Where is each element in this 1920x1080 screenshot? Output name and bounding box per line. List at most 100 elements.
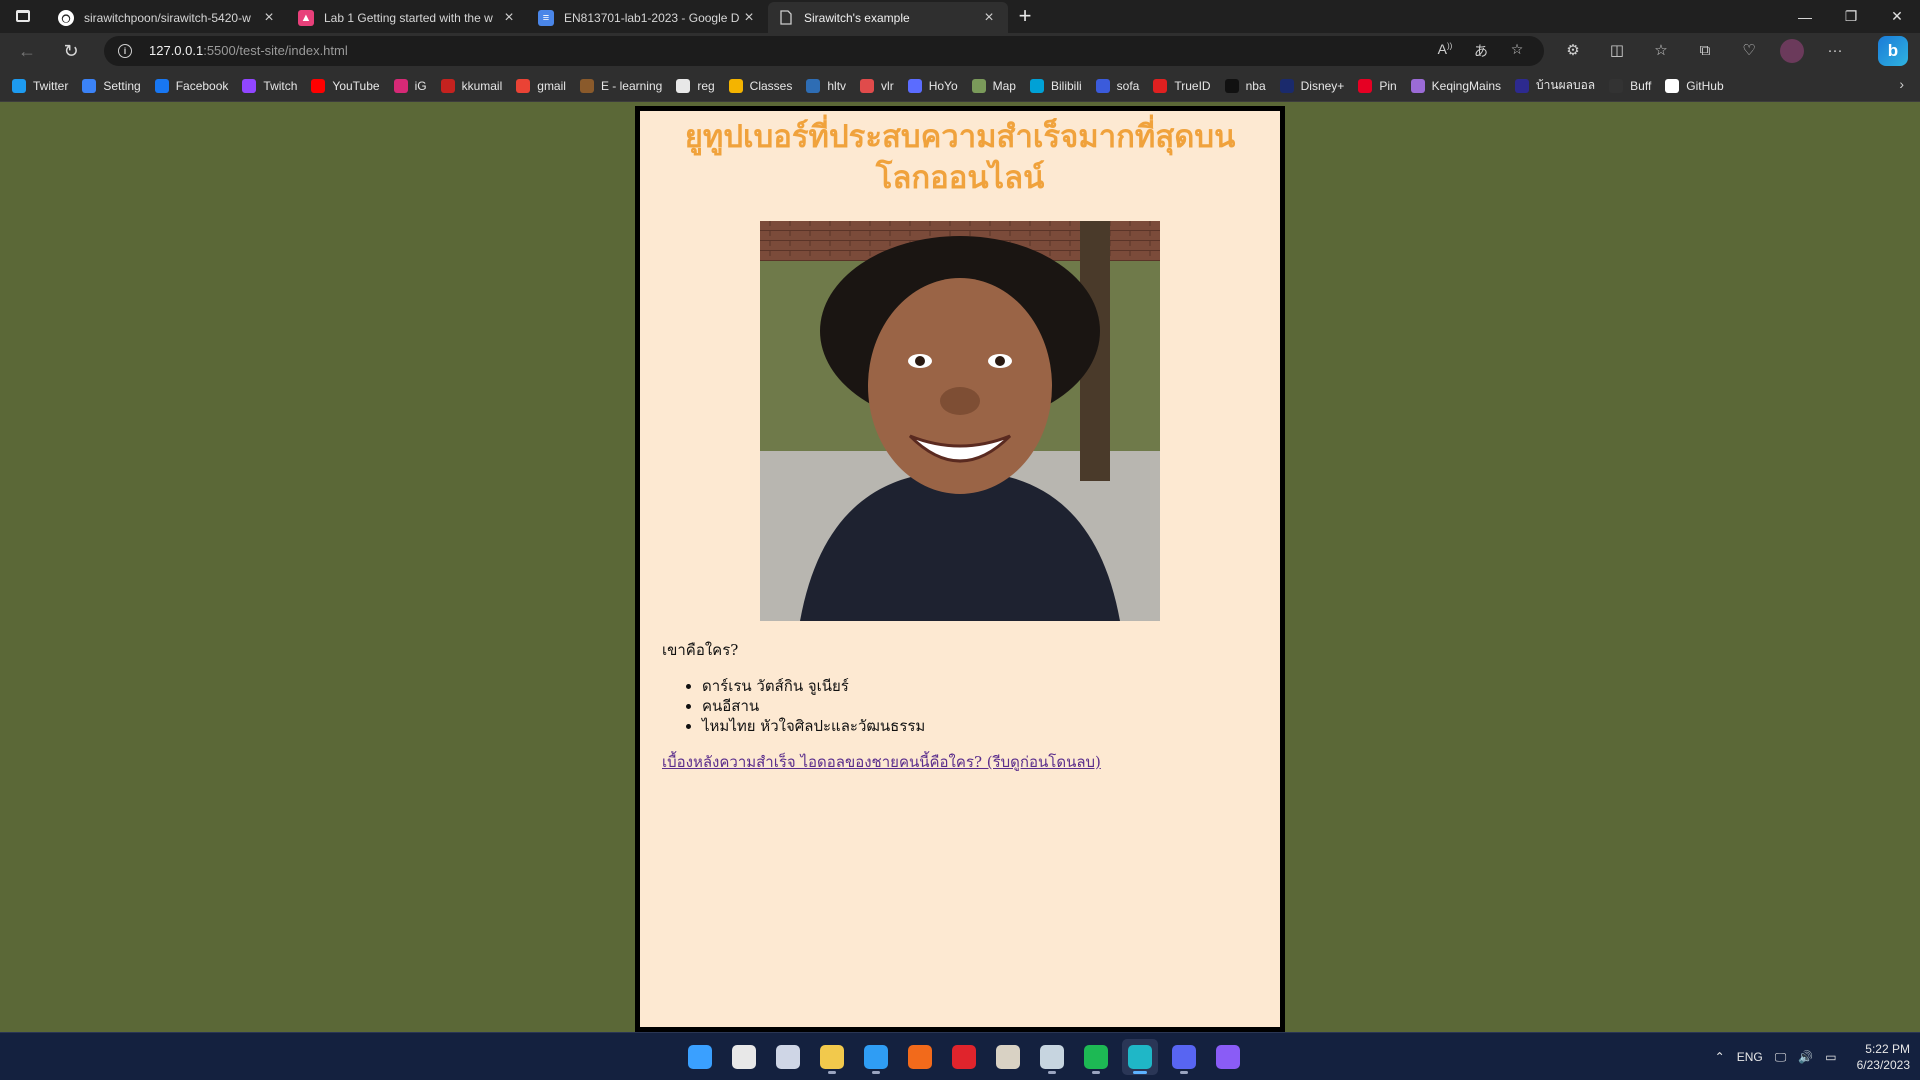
taskbar-app-vscode[interactable] — [858, 1039, 894, 1075]
bookmark-item[interactable]: vlr — [860, 78, 894, 93]
toolbar-icons: ⚙ ◫ ☆ ⧉ ♡ ··· — [1560, 38, 1848, 64]
folder-icon — [820, 1045, 844, 1069]
bookmark-label: gmail — [537, 78, 566, 93]
bookmark-item[interactable]: TrueID — [1153, 78, 1211, 93]
bookmark-item[interactable]: gmail — [516, 78, 566, 93]
bookmark-label: HoYo — [928, 78, 958, 93]
bookmark-label: Buff — [1630, 78, 1652, 93]
tab-lab1[interactable]: ▲ Lab 1 Getting started with the w × — [288, 2, 528, 33]
windows-icon — [688, 1045, 712, 1069]
bookmark-item[interactable]: Map — [971, 78, 1016, 93]
github-icon — [1665, 78, 1680, 93]
close-icon[interactable]: × — [260, 9, 278, 27]
close-icon[interactable]: × — [500, 9, 518, 27]
bookmark-item[interactable]: hltv — [806, 78, 846, 93]
bookmark-item[interactable]: Facebook — [154, 78, 228, 93]
window-controls: — ❐ ✕ — [1782, 0, 1920, 33]
bookmark-item[interactable]: HoYo — [907, 78, 958, 93]
chevron-up-icon[interactable]: ⌃ — [1715, 1050, 1725, 1064]
bookmark-item[interactable]: บ้านผลบอล — [1515, 76, 1595, 95]
github-desktop-icon — [1216, 1045, 1240, 1069]
taskbar-app-github-desktop[interactable] — [1210, 1039, 1246, 1075]
tab-github[interactable]: sirawitchpoon/sirawitch-5420-w × — [48, 2, 288, 33]
close-icon[interactable]: × — [740, 9, 758, 27]
extensions-icon[interactable]: ⚙ — [1560, 38, 1586, 64]
close-window-icon[interactable]: ✕ — [1874, 0, 1920, 33]
collections-icon[interactable]: ⧉ — [1692, 38, 1718, 64]
tab-actions-icon[interactable] — [12, 7, 34, 25]
section-label: เขาคือใคร? — [662, 641, 739, 659]
tab-sirawitch-example[interactable]: Sirawitch's example × — [768, 2, 1008, 33]
sn-icon — [1224, 78, 1239, 93]
twitch-icon — [242, 78, 257, 93]
page-viewport: ยูทูปเบอร์ที่ประสบความสำเร็จมากที่สุดบนโ… — [0, 102, 1920, 1032]
translate-icon[interactable]: あ — [1470, 41, 1492, 61]
photo-app-icon — [996, 1045, 1020, 1069]
taskbar-app-steam[interactable] — [1034, 1039, 1070, 1075]
volume-icon[interactable]: 🔊 — [1798, 1050, 1813, 1064]
taskbar-app-edge[interactable] — [1122, 1039, 1158, 1075]
bookmark-item[interactable]: YouTube — [311, 78, 380, 93]
split-screen-icon[interactable]: ◫ — [1604, 38, 1630, 64]
bookmark-item[interactable]: Pin — [1358, 78, 1397, 93]
bookmark-item[interactable]: GitHub — [1665, 78, 1724, 93]
bookmark-item[interactable]: KeqingMains — [1410, 78, 1501, 93]
more-menu-icon[interactable]: ··· — [1822, 38, 1848, 64]
address-url[interactable]: 127.0.0.1:5500/test-site/index.html — [149, 43, 348, 58]
restore-icon[interactable]: ❐ — [1828, 0, 1874, 33]
bookmark-item[interactable]: Buff — [1609, 78, 1652, 93]
bookmark-label: บ้านผลบอล — [1536, 78, 1596, 92]
bookmark-label: Map — [992, 78, 1016, 93]
language-indicator[interactable]: ENG — [1737, 1050, 1763, 1064]
bookmark-item[interactable]: Classes — [728, 78, 792, 93]
close-icon[interactable]: × — [980, 9, 998, 27]
bookmark-label: sofa — [1116, 78, 1140, 93]
clock[interactable]: 5:22 PM 6/23/2023 — [1857, 1041, 1910, 1073]
hltv-icon — [806, 78, 821, 93]
taskbar-app-app-red[interactable] — [946, 1039, 982, 1075]
battery-icon[interactable]: ▭ — [1825, 1050, 1836, 1064]
refresh-icon[interactable]: ↻ — [58, 38, 84, 64]
tab-google-doc[interactable]: ≡ EN813701-lab1-2023 - Google D × — [528, 2, 768, 33]
bing-copilot-icon[interactable]: b — [1878, 36, 1908, 66]
bookmark-item[interactable]: Disney+ — [1279, 78, 1344, 93]
spotify-icon — [1084, 1045, 1108, 1069]
trueid-icon — [1153, 78, 1168, 93]
youtube-icon — [311, 78, 326, 93]
taskbar-app-app-orange[interactable] — [902, 1039, 938, 1075]
bookmark-item[interactable]: Twitter — [12, 78, 68, 93]
bookmark-label: nba — [1245, 78, 1266, 93]
mdn-icon: ▲ — [298, 9, 314, 26]
bookmark-item[interactable]: Bilibili — [1029, 78, 1082, 93]
back-icon[interactable]: ← — [14, 38, 40, 64]
bookmark-item[interactable]: kkumail — [440, 78, 502, 93]
taskbar-app-task-view[interactable] — [770, 1039, 806, 1075]
network-icon[interactable]: 🖵 — [1775, 1050, 1787, 1065]
bookmark-item[interactable]: iG — [393, 78, 427, 93]
taskbar-app-search[interactable] — [726, 1039, 762, 1075]
bookmark-item[interactable]: Setting — [82, 78, 141, 93]
profile-avatar[interactable] — [1780, 39, 1804, 63]
site-info-icon[interactable]: i — [118, 44, 132, 58]
performance-icon[interactable]: ♡ — [1736, 38, 1762, 64]
bookmark-item[interactable]: Twitch — [242, 78, 297, 93]
taskbar-app-start[interactable] — [682, 1039, 718, 1075]
bookmark-item[interactable]: sofa — [1095, 78, 1140, 93]
favorite-star-icon[interactable]: ☆ — [1506, 41, 1528, 61]
new-tab-button[interactable]: + — [1012, 4, 1038, 30]
taskbar-app-app-photo[interactable] — [990, 1039, 1026, 1075]
read-aloud-icon[interactable]: A)) — [1434, 41, 1456, 61]
bookmark-item[interactable]: E - learning — [579, 78, 662, 93]
taskbar-app-file-explorer[interactable] — [814, 1039, 850, 1075]
minimize-icon[interactable]: — — [1782, 0, 1828, 33]
address-bar[interactable]: i 127.0.0.1:5500/test-site/index.html A)… — [104, 36, 1544, 66]
taskbar-app-discord[interactable] — [1166, 1039, 1202, 1075]
discord-icon — [1172, 1045, 1196, 1069]
favorites-icon[interactable]: ☆ — [1648, 38, 1674, 64]
bookmark-item[interactable]: reg — [676, 78, 715, 93]
bookmark-label: TrueID — [1174, 78, 1211, 93]
taskbar-app-spotify[interactable] — [1078, 1039, 1114, 1075]
story-link[interactable]: เบื้องหลังความสำเร็จ ไอดอลของชายคนนี้คือ… — [662, 750, 1101, 774]
bookmark-item[interactable]: nba — [1224, 78, 1266, 93]
chevron-right-icon[interactable]: › — [1899, 76, 1904, 92]
